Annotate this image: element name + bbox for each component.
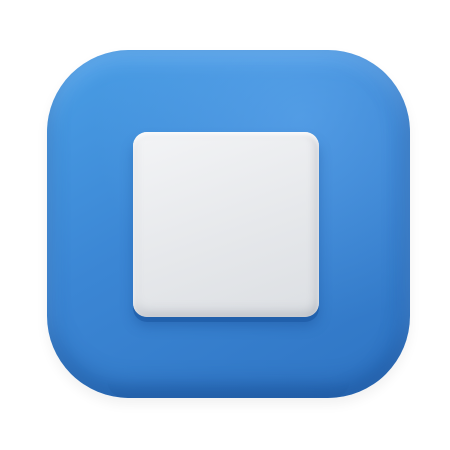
icon-canvas [0,0,450,450]
stop-square-icon [133,132,319,317]
tile-bottom-edge [107,380,350,398]
